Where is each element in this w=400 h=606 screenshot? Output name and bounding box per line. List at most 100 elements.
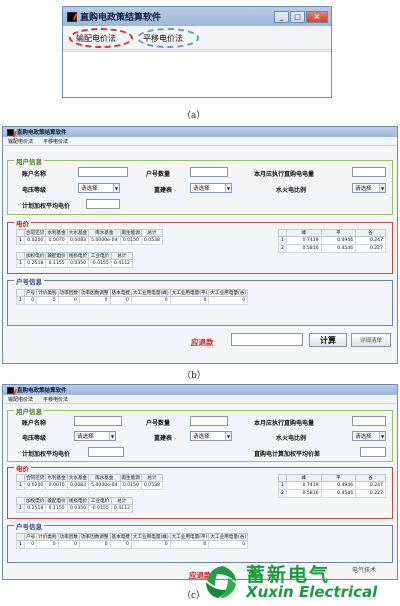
window-b: 直购电政策结算软件 输配电价法 平移电价法 用户信息 账户名称 户号数量 本月应… xyxy=(2,126,398,364)
row-header: 1 xyxy=(16,481,25,490)
table-cell[interactable]: 0.0150 xyxy=(119,481,142,490)
table-cell[interactable]: 0.0083 xyxy=(66,236,90,245)
table-cell[interactable]: 0 xyxy=(36,296,59,305)
table-cell[interactable]: 0 xyxy=(169,296,210,305)
month-power-input-b[interactable] xyxy=(352,167,386,177)
table-cell[interactable]: 0.4546 xyxy=(320,489,357,498)
table-cell[interactable]: 0 xyxy=(130,296,171,305)
table-cell[interactable]: 0 xyxy=(78,296,111,305)
table-cell[interactable]: 0.0150 xyxy=(119,236,142,245)
table-cell[interactable]: 0.0070 xyxy=(45,481,68,490)
month-power-input-c[interactable] xyxy=(352,416,386,426)
table-cell[interactable]: 0.4946 xyxy=(320,481,357,490)
menu-bar-c: 输配电价法 平移电价法 xyxy=(3,395,397,404)
table-cell[interactable]: 0.227 xyxy=(355,489,386,498)
table-cell[interactable]: 0.5816 xyxy=(285,489,322,498)
column-header: 功率因数调整 xyxy=(78,533,111,541)
table-cell[interactable]: 0.2518 xyxy=(23,504,47,513)
user-count-input-b[interactable] xyxy=(190,167,228,177)
industry-label-b: 重建表 xyxy=(154,187,173,194)
table-cell[interactable]: 0 xyxy=(23,296,38,305)
user-count-input-c[interactable] xyxy=(190,416,228,426)
table-cell[interactable]: 0 xyxy=(208,540,249,549)
column-header: 大工业用电量(平) xyxy=(169,533,210,541)
voltage-select-c[interactable]: 请选择 ▼ xyxy=(74,431,116,441)
column-header: 输配电价 xyxy=(45,252,68,260)
table-corner xyxy=(16,289,25,297)
table-cell[interactable]: 0 xyxy=(36,540,59,549)
table-cell[interactable]: 0.247 xyxy=(355,481,386,490)
table-cell[interactable]: 0.4946 xyxy=(320,236,357,245)
table-cell[interactable]: 0.0350 xyxy=(66,504,90,513)
table-cell[interactable]: 0.7419 xyxy=(285,236,322,245)
hydro-ratio-select-value-c: 请选择 xyxy=(355,434,372,440)
table-cell[interactable]: 0 xyxy=(130,540,171,549)
menu-transmission-price-b[interactable]: 输配电价法 xyxy=(3,138,38,145)
account-input-c[interactable] xyxy=(74,416,122,426)
table-cell[interactable]: 0 xyxy=(169,540,210,549)
table-cell[interactable]: 5.0000e-04 xyxy=(88,236,121,245)
column-header: 总计 xyxy=(110,497,133,505)
column-header: 平 xyxy=(320,474,357,482)
table-cell[interactable]: 5.0000e-04 xyxy=(88,481,121,490)
table-cell[interactable]: 0.4112 xyxy=(110,504,133,513)
plan-price-input-c[interactable] xyxy=(88,447,124,457)
table-cell[interactable]: 0.2518 xyxy=(23,259,47,268)
table-cell[interactable]: -0.0155 xyxy=(88,504,112,513)
table-cell[interactable]: 0.1155 xyxy=(45,259,68,268)
column-header: 谷 xyxy=(355,474,386,482)
menu-bar-b: 输配电价法 平移电价法 xyxy=(3,137,397,146)
user-count-label-b: 户号数量 xyxy=(146,171,171,178)
maximize-button-a[interactable]: □ xyxy=(290,10,305,23)
close-button-a[interactable]: × xyxy=(306,10,328,23)
table-cell[interactable]: 0 xyxy=(109,296,132,305)
table-cell[interactable]: 0.5816 xyxy=(285,244,322,253)
account-input-b[interactable] xyxy=(78,167,128,177)
minimize-button-a[interactable]: _ xyxy=(274,10,289,23)
menu-shift-price-b[interactable]: 平移电价法 xyxy=(38,138,73,145)
matlab-icon xyxy=(7,386,14,394)
table-cell[interactable]: 0 xyxy=(57,540,80,549)
hydro-ratio-select-c[interactable]: 请选择 ▼ xyxy=(352,431,386,441)
table-cell[interactable]: 0.227 xyxy=(355,244,386,253)
table-cell[interactable]: 0.247 xyxy=(355,236,386,245)
table-cell[interactable]: 0 xyxy=(78,540,111,549)
user-count-label-c: 户号数量 xyxy=(146,420,171,427)
plan-price-input-b[interactable] xyxy=(86,199,120,209)
industry-select-c[interactable]: 请选择 ▼ xyxy=(190,431,232,441)
user-info-title-b: 用户信息 xyxy=(14,156,44,166)
column-header: 大工业用电量(谷) xyxy=(208,289,249,297)
voltage-label-b: 电压等级 xyxy=(22,187,47,194)
table-cell[interactable]: 0.0070 xyxy=(45,236,68,245)
table-cell[interactable]: 0.0083 xyxy=(66,481,90,490)
table-cell[interactable]: 0 xyxy=(109,540,132,549)
table-cell[interactable]: 0.1155 xyxy=(45,504,68,513)
table-cell[interactable]: 0.0350 xyxy=(66,259,90,268)
table-cell[interactable]: 0.0200 xyxy=(23,236,47,245)
direct-price-diff-input-c[interactable] xyxy=(360,447,386,457)
table-cell[interactable]: 0.4112 xyxy=(110,259,133,268)
table-cell[interactable]: 0.0538 xyxy=(140,481,163,490)
menu-transmission-price-c[interactable]: 输配电价法 xyxy=(3,396,38,403)
matlab-icon xyxy=(67,11,77,22)
menu-bar-a: 输配电价法 平移电价法 xyxy=(63,26,331,50)
table-cell[interactable]: 0 xyxy=(57,296,80,305)
industry-select-b[interactable]: 请选择 ▼ xyxy=(190,183,232,193)
meter-table-b: 户号 计价类别 功率因数 功率因数调整 基本电费 大工业用电量(峰) 大工业用电… xyxy=(16,289,249,305)
calculate-button-b[interactable]: 计算 xyxy=(309,333,347,347)
column-header: 功率因数 xyxy=(57,533,80,541)
menu-shift-price-c[interactable]: 平移电价法 xyxy=(38,396,73,403)
voltage-select-value-c: 请选择 xyxy=(77,434,94,440)
voltage-select-b[interactable]: 请选择 ▼ xyxy=(78,183,120,193)
table-cell[interactable]: 0.7419 xyxy=(285,481,322,490)
table-cell[interactable]: 0 xyxy=(23,540,38,549)
table-cell[interactable]: 0.0200 xyxy=(23,481,47,490)
hydro-ratio-select-b[interactable]: 请选择 ▼ xyxy=(352,183,386,193)
brand-logo-icon xyxy=(206,566,236,598)
table-cell[interactable]: 0.0538 xyxy=(140,236,163,245)
chevron-down-icon: ▼ xyxy=(379,184,385,192)
table-cell[interactable]: -0.0155 xyxy=(88,259,112,268)
table-cell[interactable]: 0.4546 xyxy=(320,244,357,253)
table-cell[interactable]: 0 xyxy=(208,296,249,305)
detail-list-button-b[interactable]: 详细清单 xyxy=(351,333,391,347)
